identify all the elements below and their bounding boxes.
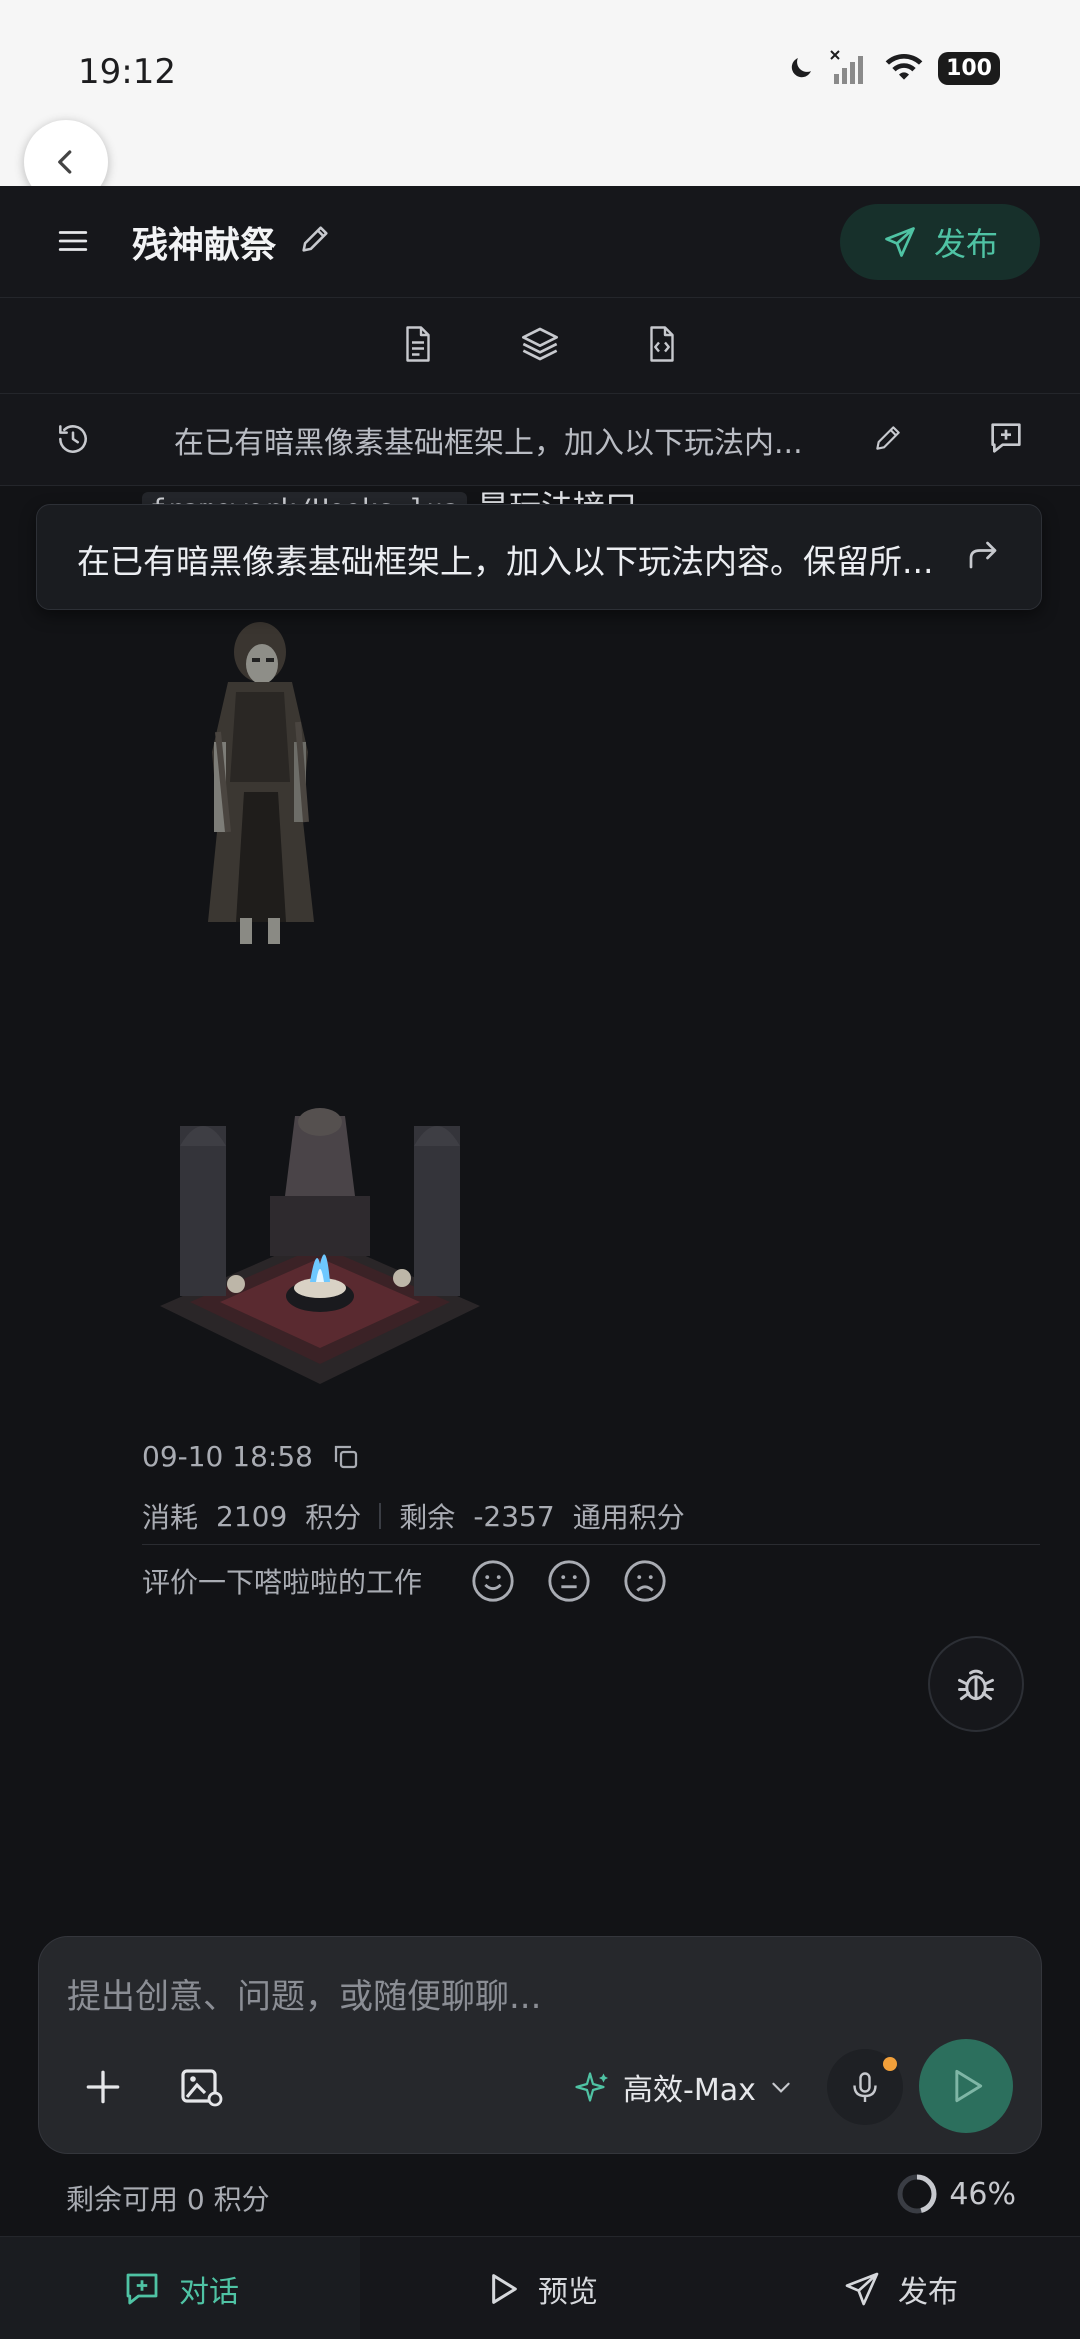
status-time: 19:12: [78, 52, 176, 92]
tab-publish[interactable]: 发布: [720, 2237, 1080, 2339]
floating-prompt-card[interactable]: 在已有暗黑像素基础框架上，加入以下玩法内容。保留所...: [36, 504, 1042, 610]
bug-icon: [958, 1669, 994, 1701]
app-header: 残神献祭 发布: [0, 186, 1080, 298]
rating-prompt: 评价一下嗒啦啦的工作: [142, 1566, 423, 1599]
code-file-icon[interactable]: [644, 324, 680, 364]
cost-value: 2109: [216, 1499, 288, 1533]
message-composer: 提出创意、问题，或随便聊聊... 高效-Max: [38, 1936, 1042, 2154]
remain-label: 剩余: [399, 1501, 456, 1534]
chat-plus-icon: [126, 2273, 158, 2304]
file-toolbar: [0, 298, 1080, 394]
progress-ring-icon: [897, 2174, 937, 2214]
send-icon: [885, 227, 915, 257]
tab-publish-label: 发布: [898, 2274, 958, 2310]
pencil-icon[interactable]: [872, 422, 904, 454]
sparkle-icon: [575, 2072, 608, 2102]
rating-faces: [470, 1558, 668, 1604]
status-icons: 100: [786, 50, 1000, 86]
cost-summary: 消耗 2109 积分 剩余 -2357 通用积分: [142, 1496, 685, 1536]
image-settings-icon[interactable]: [177, 2063, 225, 2111]
bottom-tab-bar: 对话 预览 发布: [0, 2236, 1080, 2339]
remain-value: -2357: [473, 1499, 555, 1533]
history-icon[interactable]: [54, 420, 92, 458]
cost-unit: 积分: [305, 1501, 362, 1534]
smile-face-icon[interactable]: [470, 1558, 516, 1604]
neutral-face-icon[interactable]: [546, 1558, 592, 1604]
prompt-bar: 在已有暗黑像素基础框架上，加入以下玩法内...: [0, 394, 1080, 486]
model-label: 高效-Max: [623, 2073, 756, 2108]
sad-face-icon[interactable]: [622, 1558, 668, 1604]
new-chat-icon[interactable]: [986, 418, 1026, 458]
rating-row: 评价一下嗒啦啦的工作: [142, 1558, 668, 1604]
cost-label: 消耗: [142, 1501, 199, 1534]
chevron-down-icon: [772, 2082, 790, 2093]
tab-preview-label: 预览: [538, 2274, 598, 2310]
forward-arrow-icon[interactable]: [965, 537, 1001, 573]
battery-indicator: 100: [938, 51, 1000, 85]
message-timestamp: 09-10 18:58: [142, 1440, 313, 1473]
copy-icon[interactable]: [331, 1442, 361, 1472]
separator: [379, 1503, 382, 1529]
debug-button[interactable]: [928, 1636, 1024, 1732]
progress-label: 46%: [949, 2176, 1016, 2212]
tab-chat[interactable]: 对话: [0, 2237, 360, 2339]
document-icon[interactable]: [400, 324, 436, 364]
hamburger-menu-icon[interactable]: [56, 224, 90, 258]
tab-chat-label: 对话: [179, 2274, 239, 2310]
ghoul-sprite-image: [208, 622, 314, 944]
floating-prompt-text: 在已有暗黑像素基础框架上，加入以下玩法内容。保留所...: [77, 542, 934, 581]
publish-button[interactable]: 发布: [840, 204, 1040, 280]
altar-sprite-image: [160, 1108, 480, 1384]
tab-preview[interactable]: 预览: [360, 2237, 720, 2339]
chat-area: framework/Hooks.lua 是玩法接口 09-: [0, 486, 1080, 1936]
send-icon: [845, 2272, 879, 2305]
moon-icon: [791, 58, 812, 78]
divider: [142, 1544, 1040, 1545]
context-progress: 46%: [895, 2172, 1016, 2216]
chevron-left-icon: [58, 150, 72, 174]
wifi-icon: [885, 54, 923, 80]
prompt-summary[interactable]: 在已有暗黑像素基础框架上，加入以下玩法内...: [174, 418, 803, 462]
voice-input-button[interactable]: [827, 2049, 903, 2125]
microphone-icon: [853, 2072, 877, 2102]
play-icon: [492, 2273, 517, 2304]
message-meta: 09-10 18:58: [142, 1440, 361, 1473]
signal-off-icon: [830, 50, 864, 84]
pencil-icon[interactable]: [298, 222, 332, 256]
system-status-bar: 19:12 100: [0, 0, 1080, 186]
project-title: 残神献祭: [132, 225, 277, 266]
model-selector[interactable]: 高效-Max: [575, 2065, 794, 2109]
layers-icon[interactable]: [520, 324, 560, 364]
message-input[interactable]: 提出创意、问题，或随便聊聊...: [67, 1969, 541, 2018]
publish-button-label: 发布: [933, 225, 998, 263]
plus-icon[interactable]: [81, 2065, 125, 2109]
remain-unit: 通用积分: [572, 1501, 685, 1534]
remaining-credits: 剩余可用 0 积分: [66, 2183, 270, 2216]
play-icon: [955, 2069, 983, 2103]
send-button[interactable]: [919, 2039, 1013, 2133]
notification-dot: [883, 2057, 897, 2071]
